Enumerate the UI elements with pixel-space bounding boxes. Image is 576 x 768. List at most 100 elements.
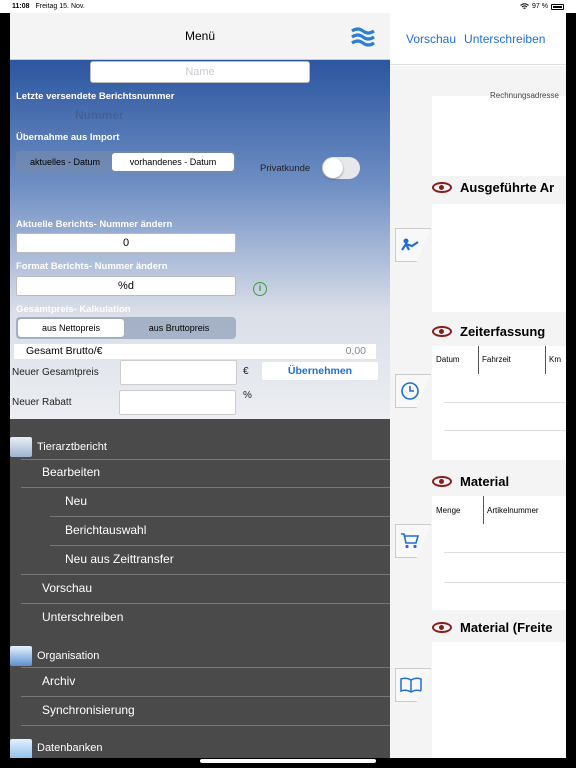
menu-separator [21, 574, 390, 575]
menu-item-preview[interactable]: Vorschau [42, 581, 92, 595]
time-col-km: Km [549, 355, 561, 364]
private-customer-toggle[interactable] [322, 157, 360, 179]
report-document: Vorschau Unterschreiben Rechnungsadresse… [390, 13, 566, 758]
new-discount-label: Neuer Rabatt [12, 397, 72, 408]
new-discount-input[interactable] [119, 390, 236, 415]
total-calc-label: Gesamtpreis- Kalkulation [16, 304, 131, 315]
clock-icon [401, 382, 419, 400]
menu-item-report-select[interactable]: Berichtauswahl [65, 523, 146, 537]
section-material: Material [432, 474, 509, 489]
col-divider [545, 346, 546, 374]
menu-separator [21, 603, 390, 604]
address-card[interactable]: Rechnungsadresse [432, 91, 566, 176]
settings-area: Name Letzte versendete Berichtsnummer Nu… [10, 60, 390, 419]
name-input[interactable]: Name [90, 61, 310, 83]
report-number-input[interactable]: 0 [16, 233, 236, 253]
new-total-input[interactable] [120, 360, 237, 385]
menu-item-new-from-time[interactable]: Neu aus Zeittransfer [65, 552, 174, 566]
change-number-label: Aktuelle Berichts- Nummer ändern [16, 219, 173, 230]
menu-item-sync[interactable]: Synchronisierung [42, 703, 135, 717]
calc-option-gross[interactable]: aus Bruttopreis [124, 319, 234, 337]
menu-separator [21, 725, 390, 726]
gross-total-value: 0,00 [345, 345, 366, 357]
battery-icon [551, 3, 564, 10]
last-number-placeholder[interactable]: Nummer [75, 108, 124, 122]
menu-item-sign[interactable]: Unterschreiben [42, 610, 123, 624]
eye-icon[interactable] [432, 326, 452, 337]
menu-title: Menü [184, 29, 216, 43]
time-card[interactable]: Datum Fahrzeit Km [432, 346, 566, 460]
screen: 11:08 Freitag 15. Nov. 97 % Vorschau Unt… [0, 0, 576, 768]
work-card[interactable] [432, 204, 566, 312]
section-time-title: Zeiterfassung [460, 324, 546, 339]
section-work-title: Ausgeführte Ar [460, 180, 555, 195]
group-organisation[interactable]: Organisation [37, 650, 99, 662]
menu-separator [50, 516, 390, 517]
battery-percent: 97 % [532, 3, 548, 10]
eye-icon[interactable] [432, 182, 452, 193]
group-databases[interactable]: Datenbanken [37, 742, 102, 754]
menu-separator [21, 667, 390, 668]
material-free-card[interactable] [432, 642, 566, 758]
material-card[interactable]: Menge Artikelnummer [432, 496, 566, 610]
document-icon [10, 437, 32, 457]
sign-button[interactable]: Unterschreiben [464, 32, 545, 46]
menu-separator [21, 696, 390, 697]
eye-icon[interactable] [432, 622, 452, 633]
calc-option-net[interactable]: aus Nettopreis [18, 319, 124, 337]
menu-separator [21, 459, 390, 460]
home-indicator [200, 759, 376, 763]
menu-separator [50, 545, 390, 546]
info-icon[interactable]: i [253, 282, 267, 296]
company-logo-icon[interactable] [350, 25, 376, 49]
material-col-article: Artikelnummer [487, 506, 539, 515]
doc-toolbar: Vorschau Unterschreiben [390, 13, 566, 65]
book-icon [400, 677, 422, 693]
database-icon [10, 739, 32, 758]
menu-item-edit[interactable]: Bearbeiten [42, 465, 100, 479]
percent-symbol: % [243, 390, 252, 401]
material-col-qty: Menge [436, 506, 461, 515]
menu-item-new[interactable]: Neu [65, 494, 87, 508]
preview-button[interactable]: Vorschau [406, 32, 456, 46]
section-material-free-title: Material (Freite [460, 620, 553, 635]
new-total-label: Neuer Gesamtpreis [12, 367, 99, 378]
import-label: Übernahme aus Import [16, 132, 120, 143]
section-material-title: Material [460, 474, 510, 489]
row-divider [444, 582, 566, 583]
calendar-icon [10, 646, 32, 666]
row-divider [444, 402, 566, 403]
status-date: Freitag 15. Nov. [35, 3, 85, 10]
number-format-input[interactable]: %d [16, 276, 236, 296]
row-divider [444, 552, 566, 553]
status-right: 97 % [520, 3, 564, 10]
import-segmented-control: aktuelles - Datum vorhandenes - Datum [16, 151, 236, 173]
import-option-existing[interactable]: vorhandenes - Datum [112, 153, 234, 171]
doc-body: Rechnungsadresse Ausgeführte Ar Zeiterfa… [390, 66, 566, 758]
doc-side-strip [390, 66, 432, 758]
cart-icon [401, 533, 420, 549]
status-bar: 11:08 Freitag 15. Nov. 97 % [0, 0, 576, 13]
private-customer-label: Privatkunde [260, 163, 311, 174]
import-option-current[interactable]: aktuelles - Datum [18, 153, 112, 171]
time-col-drive: Fahrzeit [482, 355, 511, 364]
apply-button[interactable]: Übernehmen [262, 362, 378, 380]
eye-icon[interactable] [432, 476, 452, 487]
gross-total-row: Gesamt Brutto/€ 0,00 [14, 344, 376, 359]
group-vet-report[interactable]: Tierarztbericht [37, 441, 107, 453]
menu-header: Menü [10, 13, 390, 60]
time-col-date: Datum [436, 355, 460, 364]
section-time: Zeiterfassung [432, 324, 545, 339]
format-label: Format Berichts- Nummer ändern [16, 261, 168, 272]
last-number-label: Letzte versendete Berichtsnummer [16, 91, 175, 102]
status-time: 11:08 [12, 3, 30, 10]
worker-icon [401, 238, 419, 251]
section-material-free: Material (Freite [432, 620, 552, 635]
section-work: Ausgeführte Ar [432, 180, 554, 195]
gross-total-label: Gesamt Brutto/€ [26, 345, 103, 357]
calc-segmented-control: aus Nettopreis aus Bruttopreis [16, 317, 236, 339]
address-label: Rechnungsadresse [490, 91, 559, 100]
menu-item-archive[interactable]: Archiv [42, 674, 75, 688]
col-divider [478, 346, 479, 374]
currency-symbol: € [243, 366, 249, 377]
